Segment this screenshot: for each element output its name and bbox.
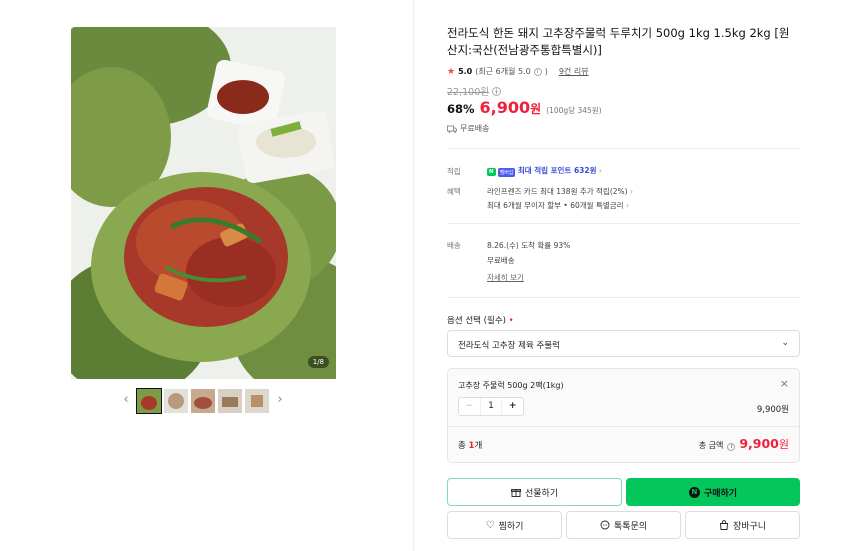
total-count: 총 1개 [458,439,482,451]
gallery-panel: 1/8 ‹ › [0,0,413,551]
gift-icon [510,489,521,497]
option-selected-value: 전라도식 고추장 제육 주물럭 [458,341,560,351]
option-label-text: 옵션 선택 (필수) [447,316,506,326]
delivery-eta: 8.26.(수) 도착 확률 93% [487,241,571,250]
info-icon[interactable]: i [491,86,501,96]
sale-price-group: 6,900원 [480,98,542,117]
divider [447,223,800,224]
review-link[interactable]: 9건 리뷰 [559,66,589,77]
thumbnail-image [137,389,161,413]
delivery-detail-link[interactable]: 자세히 보기 [487,272,524,283]
rating-row: ★ 5.0 (최근 6개월 5.0 i ) 9건 리뷰 [447,66,589,77]
chevron-right-icon: › [625,201,629,210]
sale-price-unit: 원 [530,102,542,116]
rating-detail-close: ) [544,67,548,76]
info-icon[interactable]: i [727,443,736,451]
delivery-fee: 무료배송 [487,256,515,265]
gift-label: 선물하기 [524,488,559,499]
free-shipping-row: 무료배송 [447,123,489,134]
chat-icon [600,520,610,530]
membership-badge: N 멤버십 [487,167,516,177]
chevron-right-icon[interactable]: › [274,392,286,407]
delivery-detail-text: 자세히 보기 [487,273,524,282]
thumbnail-image [191,389,215,413]
truck-icon [447,125,457,133]
thumbnail-image [164,389,188,413]
sale-price: 6,900 [479,98,531,117]
quantity-minus-button[interactable]: − [459,398,481,415]
benefit-label: 혜택 [447,187,461,196]
total-count-prefix: 총 [458,441,469,451]
discount-rate: 68% [447,102,475,116]
cart-label: 장바구니 [732,521,767,532]
image-counter: 1/8 [307,356,329,368]
selected-option-name: 고추장 주물럭 500g 2팩(1kg) [458,381,564,390]
food-photo [71,27,336,379]
buy-label: 구매하기 [703,488,738,499]
chevron-left-icon[interactable]: ‹ [120,392,132,407]
option-item-price: 9,900원 [756,405,789,415]
chevron-right-icon: › [629,187,633,196]
thumbnail-strip: ‹ › [120,388,290,414]
divider [448,426,799,427]
product-main-image[interactable]: 1/8 [71,27,336,379]
shopping-bag-icon [719,520,728,530]
quantity-plus-button[interactable]: + [501,398,523,415]
quantity-stepper: − 1 + [458,397,524,416]
cart-button[interactable]: 장바구니 [685,511,800,539]
thumbnail-3[interactable] [191,389,215,413]
info-icon[interactable]: i [533,67,542,76]
panel-divider [413,0,414,551]
benefit-card-text: 라인프렌즈 카드 최대 138원 추가 적립(2%) [487,187,628,196]
point-label: 적립 [447,167,461,176]
benefit-line-2[interactable]: 최대 6개월 무이자 할부 • 60개월 특별금리 › [487,200,629,211]
total-amount: 총 금액 i 9,900원 [699,436,789,452]
wishlist-label: 찜하기 [498,521,524,532]
option-select[interactable]: 전라도식 고추장 제육 주물럭 ⌄ [447,330,800,357]
thumbnail-image [218,389,242,413]
naver-pay-icon: N [487,168,496,176]
rating-detail: (최근 6개월 5.0 [475,67,531,76]
selected-option-box: 고추장 주물럭 500g 2팩(1kg) × − 1 + 9,900원 총 1개… [447,368,800,463]
total-price: 9,900 [739,436,779,451]
star-icon: ★ [447,66,456,77]
heart-icon: ♡ [485,519,495,531]
close-icon[interactable]: × [780,377,789,390]
divider [447,148,800,149]
membership-icon: 멤버십 [497,167,516,177]
thumbnail-5[interactable] [245,389,269,413]
unit-price: (100g당 345원) [546,106,602,115]
naver-pay-icon: N [688,486,700,498]
total-price-unit: 원 [778,438,789,451]
divider [447,297,800,298]
total-count-suffix: 개 [474,441,483,451]
talk-inquiry-label: 톡톡문의 [613,521,648,532]
chevron-right-icon: › [598,166,602,175]
wishlist-button[interactable]: ♡ 찜하기 [447,511,562,539]
gift-button[interactable]: 선물하기 [447,478,622,506]
rating-score: 5.0 [458,67,473,76]
thumbnail-2[interactable] [164,389,188,413]
talk-inquiry-button[interactable]: 톡톡문의 [566,511,681,539]
free-shipping-label: 무료배송 [460,124,490,133]
quantity-value[interactable]: 1 [481,398,502,415]
chevron-down-icon: ⌄ [781,338,789,348]
product-title: 전라도식 한돈 돼지 고추장주물럭 두루치기 500g 1kg 1.5kg 2k… [447,26,790,57]
point-row[interactable]: N 멤버십 최대 적립 포인트 632원 › [487,165,602,177]
benefit-line-1[interactable]: 라인프렌즈 카드 최대 138원 추가 적립(2%) › [487,186,633,197]
total-amount-label: 총 금액 [698,441,724,450]
option-label: 옵션 선택 (필수) • [447,314,514,326]
delivery-label: 배송 [447,241,461,250]
thumbnail-image [245,389,269,413]
original-price-row: 22,100원 i [447,84,501,98]
thumbnail-1[interactable] [136,388,162,414]
benefit-installment-text: 최대 6개월 무이자 할부 • 60개월 특별금리 [487,201,624,210]
thumbnail-4[interactable] [218,389,242,413]
max-point-text: 최대 적립 포인트 632원 [517,166,597,175]
buy-button[interactable]: N 구매하기 [626,478,800,506]
required-mark: • [508,316,514,326]
original-price: 22,100원 [447,87,489,98]
price-row: 68% 6,900원 (100g당 345원) [447,98,602,117]
